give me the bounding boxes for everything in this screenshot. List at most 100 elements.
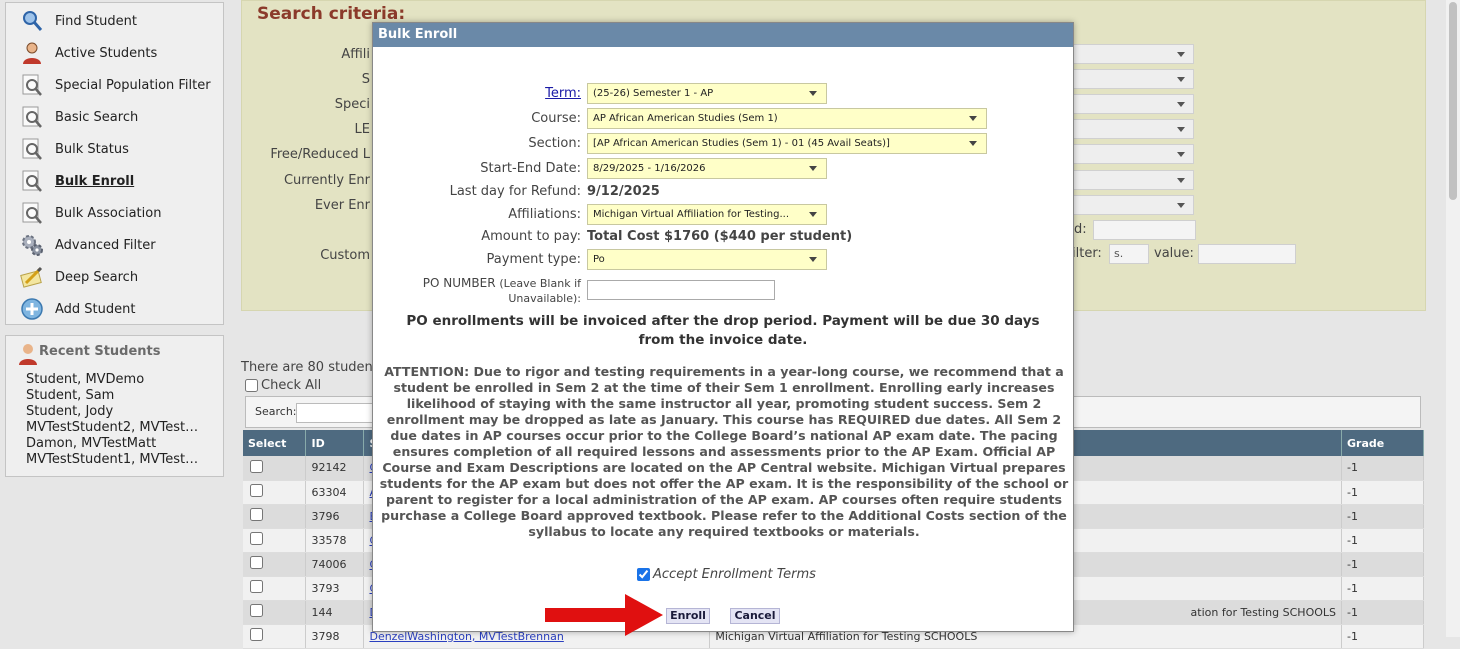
refund-date-value: 9/12/2025 bbox=[587, 184, 660, 199]
person-icon bbox=[16, 342, 37, 365]
criteria-label-le: LE bbox=[354, 122, 370, 137]
search-criteria-title: Search criteria: bbox=[257, 4, 406, 24]
sidebar-item-label: Add Student bbox=[55, 301, 136, 317]
attention-notice: ATTENTION: Due to rigor and testing requ… bbox=[379, 364, 1069, 539]
criteria-label-s: S bbox=[361, 72, 370, 87]
row-grade: -1 bbox=[1341, 504, 1424, 529]
filter-label: ilter: bbox=[1072, 246, 1102, 261]
po-number-title: PO NUMBER bbox=[422, 276, 496, 290]
document-search-icon bbox=[20, 201, 44, 225]
criteria-label-d: d: bbox=[1074, 222, 1087, 237]
course-select[interactable]: AP African American Studies (Sem 1) bbox=[587, 108, 987, 129]
row-select-checkbox[interactable] bbox=[250, 484, 263, 497]
payment-type-select[interactable]: Po bbox=[587, 249, 827, 270]
row-select-checkbox[interactable] bbox=[250, 580, 263, 593]
recent-student-link[interactable]: Student, MVDemo bbox=[16, 372, 213, 388]
column-header-select[interactable]: Select bbox=[243, 430, 307, 456]
sidebar-item-bulk-status[interactable]: Bulk Status bbox=[6, 133, 223, 165]
recent-student-link[interactable]: Damon, MVTestMatt bbox=[16, 436, 213, 452]
grid-search-input[interactable] bbox=[296, 403, 376, 423]
start-end-date-select[interactable]: 8/29/2025 - 1/16/2026 bbox=[587, 158, 827, 179]
column-header-grade[interactable]: Grade bbox=[1341, 430, 1424, 456]
affiliations-label: Affiliations: bbox=[508, 207, 581, 222]
check-all-label: Check All bbox=[261, 378, 322, 393]
row-grade: -1 bbox=[1341, 624, 1424, 649]
row-id: 33578 bbox=[305, 528, 365, 553]
person-icon bbox=[20, 41, 44, 65]
page-scrollbar[interactable] bbox=[1446, 0, 1460, 637]
sidebar-item-active-students[interactable]: Active Students bbox=[6, 37, 223, 69]
enroll-button[interactable]: Enroll bbox=[666, 608, 710, 624]
check-all-checkbox[interactable] bbox=[245, 379, 258, 392]
course-label: Course: bbox=[531, 111, 581, 126]
value-input[interactable] bbox=[1198, 244, 1296, 264]
term-select[interactable]: (25-26) Semester 1 - AP bbox=[587, 83, 827, 104]
accept-terms-label: Accept Enrollment Terms bbox=[653, 567, 816, 582]
criteria-select[interactable] bbox=[1072, 119, 1194, 139]
recent-student-link[interactable]: MVTestStudent2, MVTest… bbox=[16, 420, 213, 436]
column-header-id[interactable]: ID bbox=[305, 430, 365, 456]
sidebar-item-label: Find Student bbox=[55, 13, 137, 29]
cancel-button[interactable]: Cancel bbox=[730, 608, 780, 624]
recent-student-link[interactable]: MVTestStudent1, MVTest… bbox=[16, 452, 213, 468]
sidebar-item-label: Active Students bbox=[55, 45, 158, 61]
sidebar-item-label: Basic Search bbox=[55, 109, 139, 125]
row-id: 3798 bbox=[305, 624, 365, 649]
section-label: Section: bbox=[528, 136, 581, 151]
row-id: 74006 bbox=[305, 552, 365, 577]
sidebar-item-label: Special Population Filter bbox=[55, 77, 211, 93]
criteria-select[interactable] bbox=[1072, 44, 1194, 64]
criteria-label-free-reduced: Free/Reduced L bbox=[270, 147, 370, 162]
accept-terms[interactable]: Accept Enrollment Terms bbox=[637, 567, 816, 582]
sidebar-item-special-population-filter[interactable]: Special Population Filter bbox=[6, 69, 223, 101]
document-search-icon bbox=[20, 137, 44, 161]
affiliations-select[interactable]: Michigan Virtual Affiliation for Testing… bbox=[587, 204, 827, 225]
bulk-enroll-dialog: Bulk Enroll Term: (25-26) Semester 1 - A… bbox=[372, 22, 1074, 632]
recent-students-title: Recent Students bbox=[16, 342, 213, 365]
payment-type-label: Payment type: bbox=[486, 252, 581, 267]
section-select[interactable]: [AP African American Studies (Sem 1) - 0… bbox=[587, 133, 987, 154]
pencil-paper-icon bbox=[20, 265, 44, 289]
criteria-select[interactable] bbox=[1072, 195, 1194, 215]
criteria-select[interactable] bbox=[1072, 69, 1194, 89]
sidebar-item-label: Bulk Status bbox=[55, 141, 129, 157]
row-select-checkbox[interactable] bbox=[250, 556, 263, 569]
recent-students-panel: Recent Students Student, MVDemo Student,… bbox=[5, 335, 224, 477]
row-select-checkbox[interactable] bbox=[250, 628, 263, 641]
criteria-select[interactable] bbox=[1072, 94, 1194, 114]
sidebar-item-find-student[interactable]: Find Student bbox=[6, 5, 223, 37]
sidebar-item-label: Bulk Enroll bbox=[55, 173, 135, 189]
term-label-link[interactable]: Term: bbox=[545, 86, 581, 101]
recent-students-label: Recent Students bbox=[39, 343, 161, 359]
row-select-checkbox[interactable] bbox=[250, 604, 263, 617]
recent-student-link[interactable]: Student, Sam bbox=[16, 388, 213, 404]
sidebar-item-bulk-enroll[interactable]: Bulk Enroll bbox=[6, 165, 223, 197]
criteria-input[interactable] bbox=[1093, 220, 1196, 240]
check-all[interactable]: Check All bbox=[245, 378, 321, 393]
row-select-checkbox[interactable] bbox=[250, 532, 263, 545]
row-select-checkbox[interactable] bbox=[250, 459, 263, 473]
sidebar-item-label: Bulk Association bbox=[55, 205, 162, 221]
criteria-select[interactable] bbox=[1072, 170, 1194, 190]
row-grade: -1 bbox=[1341, 480, 1424, 505]
document-search-icon bbox=[20, 105, 44, 129]
row-id: 144 bbox=[305, 600, 365, 625]
sidebar-item-add-student[interactable]: Add Student bbox=[6, 293, 223, 325]
sidebar-item-deep-search[interactable]: Deep Search bbox=[6, 261, 223, 293]
criteria-label-special: Speci bbox=[334, 97, 370, 112]
scrollbar-thumb[interactable] bbox=[1449, 2, 1457, 200]
sidebar-item-advanced-filter[interactable]: Advanced Filter bbox=[6, 229, 223, 261]
amount-value: Total Cost $1760 ($440 per student) bbox=[587, 229, 853, 244]
sidebar-item-basic-search[interactable]: Basic Search bbox=[6, 101, 223, 133]
criteria-label-custom: Custom bbox=[320, 248, 370, 263]
recent-student-link[interactable]: Student, Jody bbox=[16, 404, 213, 420]
criteria-select[interactable] bbox=[1072, 144, 1194, 164]
row-select-checkbox[interactable] bbox=[250, 508, 263, 521]
row-grade: -1 bbox=[1341, 456, 1424, 481]
refund-date-label: Last day for Refund: bbox=[449, 184, 581, 199]
accept-terms-checkbox[interactable] bbox=[637, 568, 650, 581]
dialog-title: Bulk Enroll bbox=[373, 23, 1073, 47]
po-number-input[interactable] bbox=[587, 280, 775, 300]
sidebar-item-bulk-association[interactable]: Bulk Association bbox=[6, 197, 223, 229]
filter-select[interactable]: s. bbox=[1109, 244, 1149, 264]
